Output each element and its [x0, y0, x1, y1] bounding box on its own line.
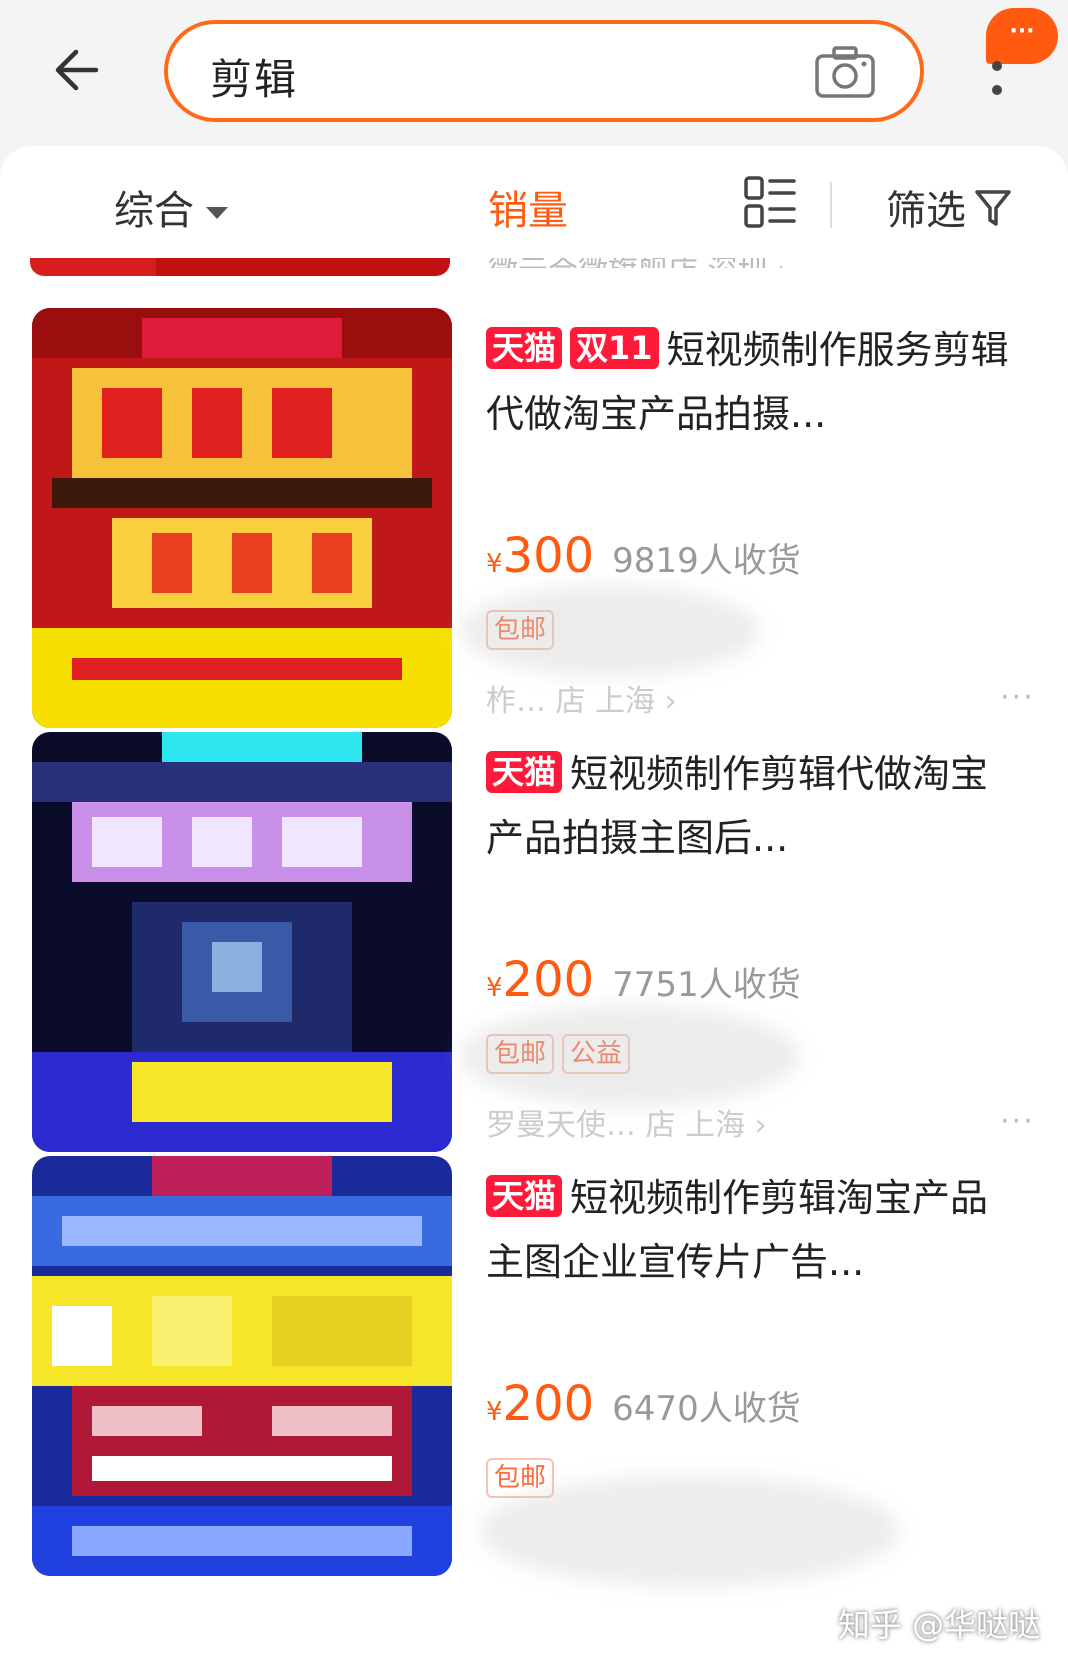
caret-down-icon [206, 207, 228, 219]
sold-count: 7751人收货 [612, 965, 801, 1005]
watermark: 知乎 @华哒哒 [838, 1606, 1041, 1644]
sort-bar: 综合 销量 筛选 [0, 146, 1068, 258]
tmall-tag: 天猫 [486, 1175, 563, 1217]
price-row: ¥200 7751人收货 [486, 952, 801, 1008]
shop-link[interactable]: 柞… 店 上海 › [486, 676, 677, 720]
more-options-icon[interactable]: ··· [1000, 1104, 1035, 1139]
product-image[interactable] [32, 308, 452, 728]
product-title[interactable]: 天猫 双11 短视频制作服务剪辑代做淘宝产品拍摄... [486, 318, 1026, 446]
sort-sales-tab[interactable]: 销量 [488, 178, 568, 236]
search-query: 剪辑 [210, 55, 299, 104]
tmall-tag: 天猫 [486, 327, 563, 369]
results-panel: 综合 销量 筛选 微元合微旗舰店 深圳 › [0, 146, 1068, 1663]
redaction-smudge [460, 1006, 800, 1106]
sort-divider [830, 182, 832, 228]
price-row: ¥200 6470人收货 [486, 1376, 801, 1432]
redaction-smudge [480, 1476, 900, 1586]
product-image[interactable] [32, 1156, 452, 1576]
product-title-text: 短视频制作服务剪辑代做淘宝产品拍摄... [486, 328, 1009, 436]
shop-link[interactable]: 罗曼天使… 店 上海 › [486, 1100, 767, 1144]
redaction-smudge [460, 586, 760, 676]
list-view-icon[interactable] [744, 176, 796, 228]
sold-count: 6470人收货 [612, 1389, 801, 1429]
currency-symbol: ¥ [486, 973, 503, 1003]
product-card[interactable]: 天猫 双11 短视频制作服务剪辑代做淘宝产品拍摄... ¥300 9819人收货 包邮… [0, 308, 1068, 738]
product-price: 200 [502, 1376, 595, 1432]
sold-count: 9819人收货 [612, 541, 801, 581]
double11-tag: 双11 [570, 327, 659, 369]
sort-sales-label: 销量 [488, 188, 568, 234]
top-header: 剪辑 ··· [0, 0, 1068, 150]
more-menu-icon[interactable] [982, 56, 1012, 108]
filter-label: 筛选 [886, 188, 966, 234]
back-arrow-icon[interactable] [50, 42, 106, 98]
product-card[interactable]: 天猫 短视频制作剪辑代做淘宝产品拍摄主图后... ¥200 7751人收货 包邮 公益… [0, 732, 1068, 1162]
tmall-tag: 天猫 [486, 751, 563, 793]
funnel-icon [974, 188, 1012, 238]
product-title[interactable]: 天猫 短视频制作剪辑代做淘宝产品拍摄主图后... [486, 742, 1026, 870]
price-row: ¥300 9819人收货 [486, 528, 801, 584]
more-options-icon[interactable]: ··· [1000, 680, 1035, 715]
product-title[interactable]: 天猫 短视频制作剪辑淘宝产品主图企业宣传片广告... [486, 1166, 1026, 1294]
sort-comprehensive-label: 综合 [114, 188, 194, 234]
currency-symbol: ¥ [486, 1397, 503, 1427]
search-input[interactable]: 剪辑 [164, 20, 924, 122]
sort-comprehensive-tab[interactable]: 综合 [114, 178, 228, 236]
camera-icon[interactable] [814, 44, 876, 100]
product-price: 300 [502, 528, 595, 584]
product-price: 200 [502, 952, 595, 1008]
filter-button[interactable]: 筛选 [886, 178, 1012, 238]
product-image[interactable] [32, 732, 452, 1152]
currency-symbol: ¥ [486, 549, 503, 579]
